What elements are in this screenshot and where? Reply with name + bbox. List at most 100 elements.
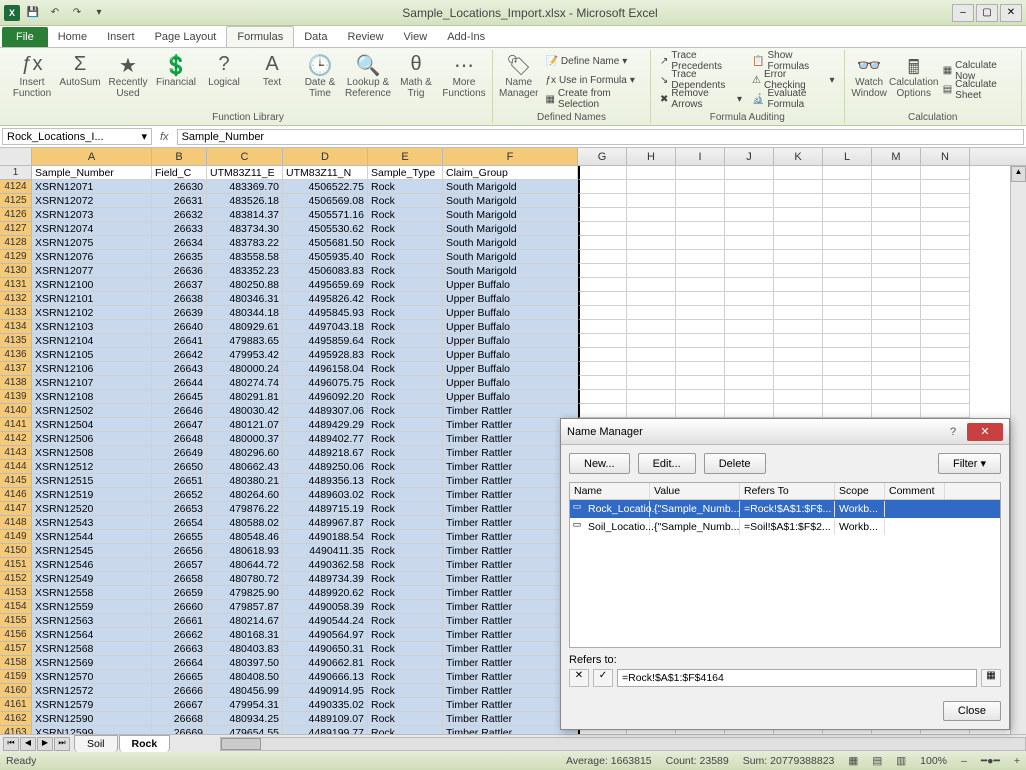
col-header-E[interactable]: E [368, 148, 443, 165]
cell[interactable]: 26659 [152, 586, 207, 600]
cell[interactable] [725, 180, 774, 194]
cell[interactable] [676, 250, 725, 264]
cell[interactable] [725, 404, 774, 418]
cell[interactable]: XSRN12559 [32, 600, 152, 614]
cell[interactable]: 26636 [152, 264, 207, 278]
cell[interactable] [725, 264, 774, 278]
cell[interactable]: 4489307.06 [283, 404, 368, 418]
col-header-I[interactable]: I [676, 148, 725, 165]
col-header-D[interactable]: D [283, 148, 368, 165]
cell[interactable] [725, 292, 774, 306]
cell[interactable] [627, 166, 676, 180]
cell[interactable] [921, 250, 970, 264]
cell[interactable] [627, 222, 676, 236]
col-header-N[interactable]: N [921, 148, 970, 165]
cell[interactable] [627, 376, 676, 390]
cell[interactable] [627, 278, 676, 292]
cell[interactable]: South Marigold [443, 194, 578, 208]
row-header[interactable]: 4161 [0, 698, 32, 712]
evaluate-formula-button[interactable]: 🔬Evaluate Formula [749, 90, 838, 108]
cell[interactable] [627, 250, 676, 264]
cell[interactable] [823, 390, 872, 404]
undo-icon[interactable]: ↶ [46, 4, 64, 22]
col-header-L[interactable]: L [823, 148, 872, 165]
row-header[interactable]: 4127 [0, 222, 32, 236]
cell[interactable] [676, 236, 725, 250]
cell[interactable]: Timber Rattler [443, 502, 578, 516]
cell[interactable] [578, 306, 627, 320]
cell[interactable]: 480030.42 [207, 404, 283, 418]
row-header[interactable]: 4151 [0, 558, 32, 572]
cell[interactable]: Rock [368, 404, 443, 418]
cell[interactable]: 483734.30 [207, 222, 283, 236]
cell[interactable] [823, 278, 872, 292]
cell[interactable]: 26651 [152, 474, 207, 488]
cell[interactable]: Rock [368, 432, 443, 446]
cell[interactable] [627, 404, 676, 418]
cell[interactable]: Upper Buffalo [443, 320, 578, 334]
cell[interactable]: 4495845.93 [283, 306, 368, 320]
row-header[interactable]: 4142 [0, 432, 32, 446]
tab-formulas[interactable]: Formulas [226, 26, 294, 47]
calc-options-button[interactable]: 🖩Calculation Options [892, 51, 936, 109]
col-header-K[interactable]: K [774, 148, 823, 165]
cell[interactable]: XSRN12073 [32, 208, 152, 222]
cell[interactable]: 480296.60 [207, 446, 283, 460]
cell[interactable]: 26634 [152, 236, 207, 250]
edit-button[interactable]: Edit... [638, 453, 696, 474]
cell[interactable] [921, 348, 970, 362]
cell[interactable]: Timber Rattler [443, 628, 578, 642]
cell[interactable] [921, 264, 970, 278]
cell[interactable]: 4489967.87 [283, 516, 368, 530]
sheet-tab-soil[interactable]: Soil [74, 735, 118, 752]
cell[interactable]: 4490335.02 [283, 698, 368, 712]
cell[interactable] [578, 236, 627, 250]
cell[interactable]: Timber Rattler [443, 516, 578, 530]
chevron-down-icon[interactable]: ▾ [141, 130, 147, 143]
cell[interactable]: Timber Rattler [443, 530, 578, 544]
cell[interactable] [872, 180, 921, 194]
cell[interactable] [676, 306, 725, 320]
cell[interactable]: Rock [368, 320, 443, 334]
view-layout-icon[interactable]: ▤ [872, 755, 882, 767]
cell[interactable]: Timber Rattler [443, 586, 578, 600]
row-header[interactable]: 4148 [0, 516, 32, 530]
cell[interactable]: 26643 [152, 362, 207, 376]
cell[interactable] [676, 208, 725, 222]
sheet-nav-last[interactable]: ⏭ [54, 737, 70, 751]
cell[interactable]: 480000.24 [207, 362, 283, 376]
cell[interactable]: XSRN12599 [32, 726, 152, 734]
cell[interactable] [774, 278, 823, 292]
cell[interactable] [676, 264, 725, 278]
col-header-J[interactable]: J [725, 148, 774, 165]
row-header[interactable]: 4156 [0, 628, 32, 642]
cell[interactable]: Rock [368, 208, 443, 222]
cell[interactable]: XSRN12564 [32, 628, 152, 642]
cell[interactable]: XSRN12579 [32, 698, 152, 712]
cell[interactable]: Rock [368, 278, 443, 292]
cell[interactable]: Rock [368, 516, 443, 530]
row-header[interactable]: 4131 [0, 278, 32, 292]
cell[interactable] [872, 320, 921, 334]
cell[interactable] [725, 334, 774, 348]
view-normal-icon[interactable]: ▦ [848, 755, 858, 767]
cell[interactable]: 26665 [152, 670, 207, 684]
cell[interactable] [872, 376, 921, 390]
col-header-B[interactable]: B [152, 148, 207, 165]
cell[interactable]: Upper Buffalo [443, 334, 578, 348]
row-header[interactable]: 4125 [0, 194, 32, 208]
cell[interactable]: South Marigold [443, 222, 578, 236]
cell[interactable]: 483352.23 [207, 264, 283, 278]
cell[interactable]: 480168.31 [207, 628, 283, 642]
cell[interactable] [627, 292, 676, 306]
cell[interactable]: 480346.31 [207, 292, 283, 306]
col-header-M[interactable]: M [872, 148, 921, 165]
cell[interactable]: Timber Rattler [443, 418, 578, 432]
cell[interactable]: Rock [368, 488, 443, 502]
cell[interactable]: 480934.25 [207, 712, 283, 726]
cell[interactable]: Upper Buffalo [443, 390, 578, 404]
cell[interactable]: XSRN12545 [32, 544, 152, 558]
zoom-slider[interactable]: ━●━ [981, 755, 1000, 767]
cell[interactable] [578, 180, 627, 194]
cell[interactable] [578, 348, 627, 362]
